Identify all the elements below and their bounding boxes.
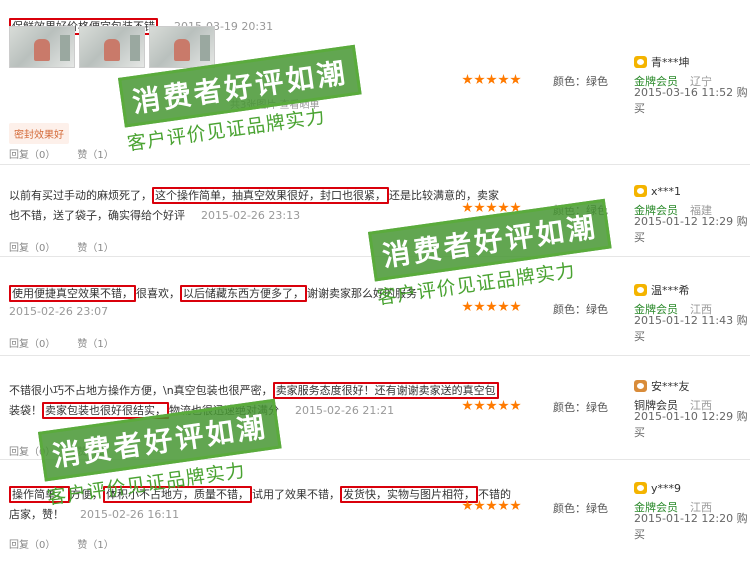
star-icon xyxy=(498,74,509,85)
purchase-date: 2015-01-12 12:20 购买 xyxy=(634,512,748,541)
highlighted-phrase: 发货快，实物与图片相符， xyxy=(340,486,478,503)
reply-button[interactable]: 回复（0） xyxy=(9,447,55,458)
member-badge-icon xyxy=(634,284,647,296)
like-button[interactable]: 赞（1） xyxy=(77,447,113,458)
highlighted-phrase: 卖家包装也很好很结实， xyxy=(42,402,169,419)
star-icon xyxy=(498,500,509,511)
rating-stars xyxy=(462,74,521,85)
review-tag: 密封效果好 xyxy=(9,123,69,144)
star-icon xyxy=(510,500,521,511)
star-icon xyxy=(498,400,509,411)
review-text: 以前有买过手动的麻烦死了， 这个操作简单，抽真空效果很好，封口也很紧， 还是比较满意… xyxy=(9,187,499,204)
color-option: 颜色：绿色 xyxy=(553,303,608,316)
member-badge-icon xyxy=(634,185,647,197)
review-photo[interactable] xyxy=(79,26,145,68)
star-icon xyxy=(486,301,497,312)
like-button[interactable]: 赞（1） xyxy=(77,540,113,551)
star-icon xyxy=(474,202,485,213)
purchase-date: 2015-03-16 11:52 购买 xyxy=(634,86,748,115)
star-icon xyxy=(498,301,509,312)
username: 温***希 xyxy=(651,284,690,297)
star-icon xyxy=(474,74,485,85)
reply-button[interactable]: 回复（0） xyxy=(9,540,55,551)
highlighted-phrase: 这个操作简单，抽真空效果很好，封口也很紧， xyxy=(152,187,389,204)
review-item: 以前有买过手动的麻烦死了， 这个操作简单，抽真空效果很好，封口也很紧， 还是比较满意… xyxy=(0,165,750,257)
star-icon xyxy=(486,400,497,411)
star-icon xyxy=(510,74,521,85)
like-button[interactable]: 赞（1） xyxy=(77,150,113,161)
username: 安***友 xyxy=(651,380,690,393)
review-text: 使用便捷真空效果不错， 很喜欢， 以后储藏东西方便多了， 谢谢卖家那么好的服务 xyxy=(9,285,464,303)
star-icon xyxy=(462,301,473,312)
color-option: 颜色：绿色 xyxy=(553,204,608,217)
review-text: 操作简单， 方便， 体积小不占地方，质量不错， 试用了效果不错， 发货快，实物与图片相符… xyxy=(9,486,511,504)
star-icon xyxy=(498,202,509,213)
review-item: 操作简单， 方便， 体积小不占地方，质量不错， 试用了效果不错， 发货快，实物与图片相符… xyxy=(0,460,750,564)
review-photo[interactable] xyxy=(149,26,215,68)
star-icon xyxy=(486,74,497,85)
star-icon xyxy=(462,202,473,213)
star-icon xyxy=(510,202,521,213)
star-icon xyxy=(474,301,485,312)
review-item: 不错很小巧不占地方操作方便，\n真空包装也很严密， 卖家服务态度很好！还有谢谢卖家… xyxy=(0,356,750,460)
reply-button[interactable]: 回复（0） xyxy=(9,339,55,350)
highlighted-phrase: 卖家服务态度很好！还有谢谢卖家送的真空包 xyxy=(272,382,499,399)
color-option: 颜色：绿色 xyxy=(553,75,608,88)
rating-stars xyxy=(462,202,521,213)
review-text: 不错很小巧不占地方操作方便，\n真空包装也很严密， 卖家服务态度很好！还有谢谢卖家… xyxy=(9,382,499,400)
highlighted-phrase: 以后储藏东西方便多了， xyxy=(180,285,307,302)
member-badge-icon xyxy=(634,482,647,494)
review-item: 保鲜效果好价格便宜包装不错2015-03-19 20:31 共3张图片 查看晒单… xyxy=(0,0,750,165)
purchase-date: 2015-01-12 11:43 购买 xyxy=(634,314,748,343)
purchase-date: 2015-01-10 12:29 购买 xyxy=(634,410,748,439)
star-icon xyxy=(486,500,497,511)
username: y***9 xyxy=(651,481,682,495)
color-option: 颜色：绿色 xyxy=(553,401,608,414)
rating-stars xyxy=(462,400,521,411)
star-icon xyxy=(510,400,521,411)
photo-caption[interactable]: 共3张图片 查看晒单 xyxy=(230,96,320,111)
star-icon xyxy=(486,202,497,213)
review-date: 2015-02-26 21:21 xyxy=(295,404,395,417)
username: 青***坤 xyxy=(651,56,690,69)
color-option: 颜色：绿色 xyxy=(553,502,608,515)
star-icon xyxy=(462,400,473,411)
star-icon xyxy=(510,301,521,312)
star-icon xyxy=(462,500,473,511)
highlighted-phrase: 操作简单， xyxy=(9,486,70,503)
rating-stars xyxy=(462,301,521,312)
rating-stars xyxy=(462,500,521,511)
username: x***1 xyxy=(651,184,682,198)
purchase-date: 2015-01-12 12:29 购买 xyxy=(634,215,748,244)
like-button[interactable]: 赞（1） xyxy=(77,243,113,254)
member-badge-icon xyxy=(634,380,647,392)
highlighted-phrase: 体积小不占地方，质量不错， xyxy=(103,486,252,503)
review-date: 2015-02-26 16:11 xyxy=(80,508,180,521)
review-photos xyxy=(9,26,215,68)
review-date: 2015-02-26 23:07 xyxy=(9,305,109,318)
star-icon xyxy=(462,74,473,85)
star-icon xyxy=(474,500,485,511)
like-button[interactable]: 赞（1） xyxy=(77,339,113,350)
review-item: 使用便捷真空效果不错， 很喜欢， 以后储藏东西方便多了， 谢谢卖家那么好的服务 201… xyxy=(0,257,750,356)
reply-button[interactable]: 回复（0） xyxy=(9,243,55,254)
star-icon xyxy=(474,400,485,411)
highlighted-phrase: 使用便捷真空效果不错， xyxy=(9,285,136,302)
review-photo[interactable] xyxy=(9,26,75,68)
reply-button[interactable]: 回复（0） xyxy=(9,150,55,161)
member-badge-icon xyxy=(634,56,647,68)
review-date: 2015-02-26 23:13 xyxy=(201,209,301,222)
